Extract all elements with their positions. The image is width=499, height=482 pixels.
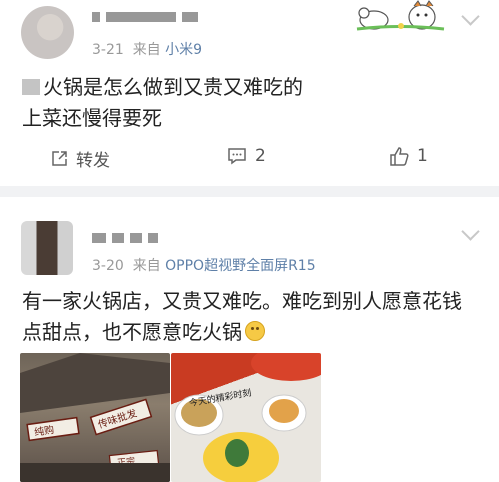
chevron-down-icon[interactable] (461, 7, 480, 26)
weibo-comment-1: 3-21 来自 小米9 火锅是怎么做到又贵又难吃的 上菜还慢得要死 转发 2 1 (0, 0, 499, 186)
comment-icon (228, 148, 246, 165)
post-text: 有一家火锅店，又贵又难吃。难吃到别人愿意花钱 点甜点，也不愿意吃火锅 (22, 289, 462, 344)
repost-button[interactable]: 转发 (50, 146, 110, 171)
post-meta: 3-20 来自 OPPO超视野全面屏R15 (92, 258, 316, 274)
action-bar: 转发 2 1 (0, 146, 499, 182)
repost-icon (52, 150, 67, 166)
username-redacted[interactable] (92, 233, 158, 243)
post-meta: 3-21 来自 小米9 (92, 42, 203, 58)
source-device-link[interactable]: 小米9 (165, 42, 202, 58)
like-button[interactable]: 1 (389, 146, 428, 166)
restaurant-signs-image: 纯购 传味批发 正宗 (20, 353, 170, 482)
post-divider (0, 186, 499, 197)
cartoon-sticker-icon (356, 0, 445, 31)
dessert-bowls-image: 今天的精彩时刻 (174, 353, 321, 482)
avatar[interactable] (21, 221, 73, 275)
redacted-text (22, 79, 40, 95)
weibo-comment-2: 3-20 来自 OPPO超视野全面屏R15 有一家火锅店，又贵又难吃。难吃到别人… (0, 197, 499, 482)
comment-button[interactable]: 2 (227, 146, 266, 166)
photo-thumbnail-desserts[interactable]: 今天的精彩时刻 (171, 353, 321, 482)
thumbs-up-icon (390, 146, 409, 166)
post-text: 火锅是怎么做到又贵又难吃的 上菜还慢得要死 (22, 75, 303, 130)
avatar[interactable] (21, 6, 74, 59)
source-device-link[interactable]: OPPO超视野全面屏R15 (165, 258, 315, 274)
smile-emoji-icon (245, 321, 265, 341)
username-redacted[interactable] (92, 12, 198, 22)
photo-thumbnail-restaurant[interactable]: 纯购 传味批发 正宗 (20, 353, 170, 482)
chevron-down-icon[interactable] (461, 222, 480, 241)
